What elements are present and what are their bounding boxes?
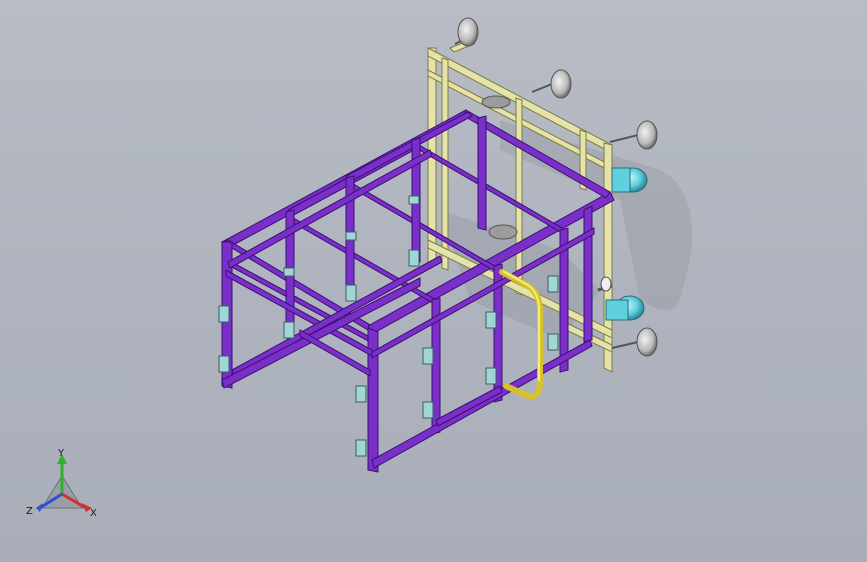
triad-x-label: X [90,508,97,519]
coordinate-triad: Y X Z [26,448,97,519]
triad-y-label: Y [57,448,65,459]
graphics-viewport[interactable] [0,0,867,562]
triad-z-label: Z [26,506,33,517]
